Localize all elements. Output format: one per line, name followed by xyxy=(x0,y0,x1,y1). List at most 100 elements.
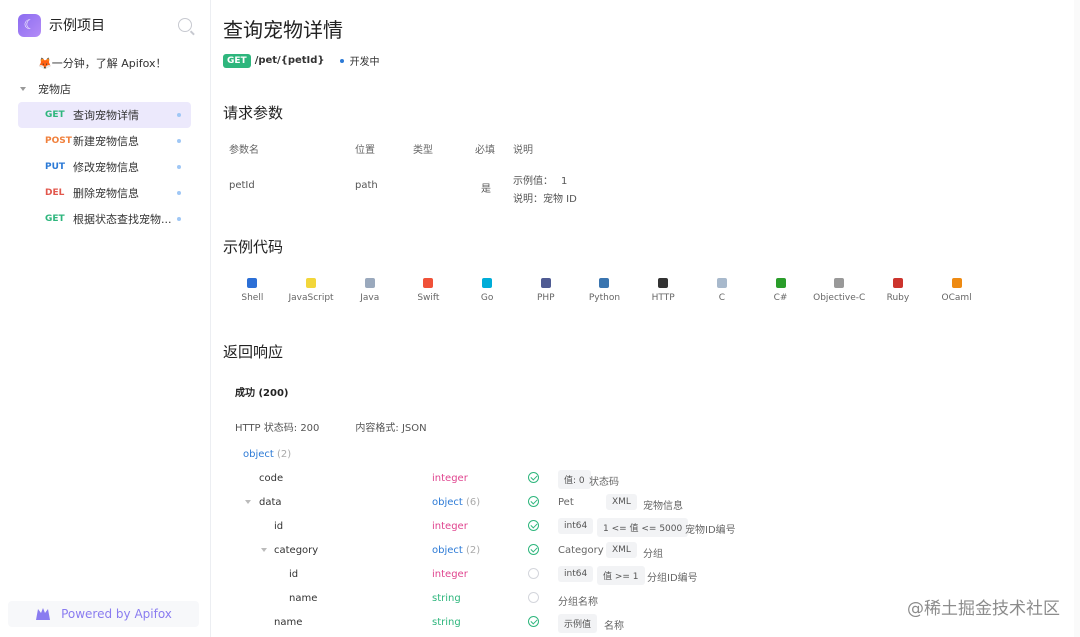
language-label: PHP xyxy=(536,293,555,303)
field-schema-ref[interactable]: Pet xyxy=(558,497,574,508)
powered-by-footer[interactable]: Powered by Apifox xyxy=(8,601,199,627)
field-desc: 分组ID编号 xyxy=(647,573,698,584)
sidebar-item-3[interactable]: DEL 删除宠物信息 xyxy=(18,180,191,206)
project-logo-icon: ☾ xyxy=(18,13,41,37)
method-label: GET xyxy=(45,110,65,120)
language-icon xyxy=(482,278,493,288)
code-tab-ruby[interactable]: Ruby xyxy=(869,278,928,303)
field-name: name xyxy=(274,617,303,628)
response-section-title: 返回响应 xyxy=(223,343,284,361)
field-name: object (2) xyxy=(243,449,292,460)
response-meta: HTTP 状态码: 200 内容格式: JSON xyxy=(235,419,427,434)
language-icon xyxy=(306,278,317,288)
code-tab-swift[interactable]: Swift xyxy=(399,278,458,303)
param-name: petId xyxy=(229,180,255,191)
language-label: Shell xyxy=(241,293,264,303)
language-icon xyxy=(599,278,610,288)
field-type: integer xyxy=(432,473,468,484)
sidebar-item-2[interactable]: PUT 修改宠物信息 xyxy=(18,154,191,180)
field-name: category xyxy=(274,545,319,556)
table-row[interactable]: id integer int64 1 <= 值 <= 5000 宠物ID编号 xyxy=(223,518,1058,538)
code-tab-ocaml[interactable]: OCaml xyxy=(927,278,986,303)
caret-down-icon[interactable] xyxy=(261,548,267,552)
response-tab-200[interactable]: 成功 (200) xyxy=(235,384,289,399)
field-desc: 宠物信息 xyxy=(643,501,683,512)
status-dot-icon xyxy=(177,191,181,195)
language-label: C# xyxy=(773,293,788,303)
method-label: POST xyxy=(45,136,72,146)
field-tag: int64 xyxy=(558,518,594,534)
table-row: petId path 是 示例值： 1 说明：宠物 ID xyxy=(229,172,1029,205)
code-tab-go[interactable]: Go xyxy=(458,278,517,303)
sidebar-item-label: 查询宠物详情 xyxy=(73,109,139,122)
code-tab-http[interactable]: HTTP xyxy=(634,278,693,303)
status-dot-icon xyxy=(177,217,181,221)
sidebar-intro-link[interactable]: 🦊一分钟，了解 Apifox！ xyxy=(0,50,210,76)
sidebar-item-0[interactable]: GET 查询宠物详情 xyxy=(18,102,191,128)
status-dot-icon xyxy=(339,58,344,63)
sidebar-item-1[interactable]: POST 新建宠物信息 xyxy=(18,128,191,154)
project-title[interactable]: 示例项目 xyxy=(49,15,178,35)
required-check-icon xyxy=(528,496,539,507)
code-tab-javascript[interactable]: JavaScript xyxy=(282,278,341,303)
field-desc: 宠物ID编号 xyxy=(685,525,736,536)
field-schema-ref[interactable]: Category xyxy=(558,545,604,556)
code-tab-csharp[interactable]: C# xyxy=(751,278,810,303)
api-path[interactable]: /pet/{petId} xyxy=(255,55,325,66)
params-table-header: 参数名 位置 类型 必填 说明 xyxy=(229,141,1029,156)
field-tag: XML xyxy=(606,542,637,558)
sidebar-folder-petstore[interactable]: 宠物店 xyxy=(0,76,210,102)
field-tag: 示例值 xyxy=(558,614,598,633)
status-dot-icon xyxy=(177,113,181,117)
code-tab-shell[interactable]: Shell xyxy=(223,278,282,303)
language-label: Ruby xyxy=(886,293,910,303)
field-type: integer xyxy=(432,521,468,532)
required-check-icon xyxy=(528,592,539,603)
table-row[interactable]: code integer 值: 0 状态码 xyxy=(223,470,1058,490)
code-tab-c[interactable]: C xyxy=(693,278,752,303)
param-example-label: 示例值： xyxy=(513,176,553,187)
sidebar-item-label: 根据状态查找宠物... xyxy=(73,213,172,226)
footer-label: Powered by Apifox xyxy=(61,607,172,621)
field-type: string xyxy=(432,593,461,604)
table-row[interactable]: data object (6) Pet XML 宠物信息 xyxy=(223,494,1058,514)
code-tab-java[interactable]: Java xyxy=(340,278,399,303)
scrollbar[interactable] xyxy=(1074,0,1080,637)
code-language-tabs: Shell JavaScript Java Swift Go PHP Python HTTP C… xyxy=(223,278,986,303)
field-tag: 值: 0 xyxy=(558,470,591,489)
field-desc: 名称 xyxy=(604,621,624,632)
language-icon xyxy=(716,278,727,288)
caret-down-icon[interactable] xyxy=(20,87,26,91)
field-tag: 值 >= 1 xyxy=(597,566,645,585)
search-icon[interactable] xyxy=(178,18,192,32)
sidebar-item-label: 修改宠物信息 xyxy=(73,161,139,174)
field-type: object (6) xyxy=(432,497,481,508)
param-required: 是 xyxy=(481,184,491,195)
param-location: path xyxy=(355,180,378,191)
language-label: HTTP xyxy=(651,293,675,303)
table-row[interactable]: category object (2) Category XML 分组 xyxy=(223,542,1058,562)
code-tab-php[interactable]: PHP xyxy=(516,278,575,303)
code-tab-objectivec[interactable]: Objective-C xyxy=(810,278,869,303)
sidebar-item-label: 删除宠物信息 xyxy=(73,187,139,200)
sidebar-item-4[interactable]: GET 根据状态查找宠物... xyxy=(18,206,191,232)
status-badge[interactable]: 开发中 xyxy=(350,53,380,68)
method-label: GET xyxy=(45,214,65,224)
language-icon xyxy=(658,278,669,288)
language-label: OCaml xyxy=(941,293,972,303)
language-label: JavaScript xyxy=(288,293,334,303)
params-header-required: 必填 xyxy=(475,145,495,156)
field-name: name xyxy=(289,593,318,604)
table-row[interactable]: object (2) xyxy=(223,446,1058,466)
language-icon xyxy=(540,278,551,288)
status-dot-icon xyxy=(177,165,181,169)
table-row[interactable]: id integer int64 值 >= 1 分组ID编号 xyxy=(223,566,1058,586)
code-tab-python[interactable]: Python xyxy=(575,278,634,303)
method-label: PUT xyxy=(45,162,66,172)
required-check-icon xyxy=(528,568,539,579)
param-desc: 说明：宠物 ID xyxy=(513,194,577,205)
content-type: 内容格式: JSON xyxy=(355,423,427,434)
required-check-icon xyxy=(528,520,539,531)
caret-down-icon[interactable] xyxy=(245,500,251,504)
params-header-name: 参数名 xyxy=(229,145,259,156)
